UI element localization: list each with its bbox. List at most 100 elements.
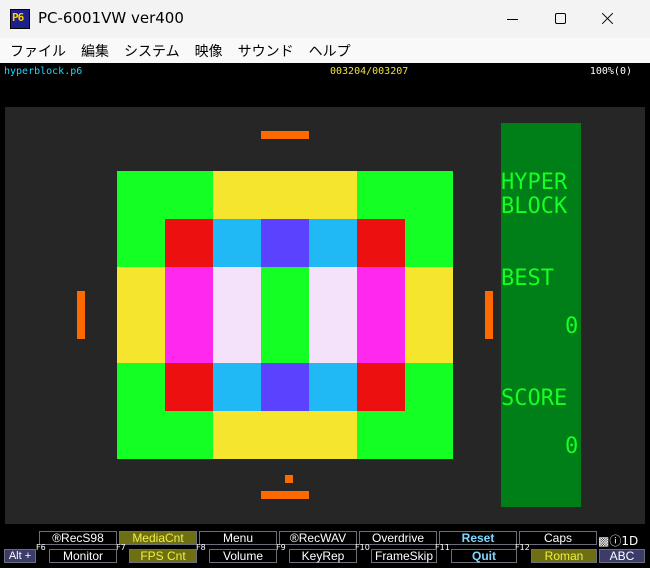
block xyxy=(165,171,213,219)
block xyxy=(117,411,165,459)
game-screen[interactable]: HYPER BLOCK BEST 0 SCORE 0 xyxy=(5,107,645,524)
reset-button[interactable]: Reset xyxy=(439,531,517,545)
block xyxy=(261,171,309,219)
block xyxy=(405,411,453,459)
block xyxy=(357,171,405,219)
keyrep-button[interactable]: KeyRep xyxy=(289,549,357,563)
block xyxy=(117,315,165,363)
abc-button[interactable]: ABC xyxy=(599,549,645,563)
close-button[interactable] xyxy=(584,0,630,38)
menu-system[interactable]: システム xyxy=(124,41,180,61)
game-title-line1: HYPER xyxy=(501,170,568,195)
best-label: BEST xyxy=(501,266,554,291)
minimize-icon xyxy=(507,19,518,20)
block xyxy=(309,219,357,267)
block xyxy=(357,363,405,411)
menu-button[interactable]: Menu xyxy=(199,531,277,545)
block xyxy=(117,363,165,411)
block xyxy=(357,315,405,363)
block xyxy=(261,267,309,315)
block xyxy=(261,315,309,363)
f10-key-label: F10 xyxy=(355,543,370,552)
floppy-disk-icon: ▩ xyxy=(598,534,610,548)
block xyxy=(213,171,261,219)
block xyxy=(405,219,453,267)
block xyxy=(261,411,309,459)
f11-key-label: F11 xyxy=(435,543,450,552)
status-line: hyperblock.p6 003204/003207 100%(0) xyxy=(0,63,650,81)
overdrive-button[interactable]: Overdrive xyxy=(359,531,437,545)
mediacnt-button[interactable]: MediaCnt xyxy=(119,531,197,545)
volume-button[interactable]: Volume xyxy=(209,549,277,563)
speed-indicator: 100%(0) xyxy=(589,66,632,77)
score-label: SCORE xyxy=(501,386,568,411)
top-paddle xyxy=(261,131,309,139)
ball xyxy=(285,475,293,483)
quit-button[interactable]: Quit xyxy=(451,549,517,563)
title-bar: P6 PC-6001VW ver400 xyxy=(0,0,650,38)
best-value: 0 xyxy=(565,314,579,339)
alt-modifier-label: Alt + xyxy=(4,549,36,563)
block xyxy=(357,267,405,315)
close-icon xyxy=(601,12,614,25)
menu-sound[interactable]: サウンド xyxy=(238,41,294,61)
info-icon: ⓘ xyxy=(609,534,622,548)
window-title: PC-6001VW ver400 xyxy=(38,9,184,27)
fps-cnt-button[interactable]: FPS Cnt xyxy=(129,549,197,563)
function-key-bar: Alt + ®RecS98 MediaCnt Menu ®RecWAV Over… xyxy=(0,528,650,568)
menu-help[interactable]: ヘルプ xyxy=(309,41,351,61)
maximize-button[interactable] xyxy=(537,0,583,38)
block xyxy=(165,411,213,459)
block xyxy=(165,219,213,267)
block xyxy=(117,171,165,219)
caps-button[interactable]: Caps xyxy=(519,531,597,545)
frame-counter: 003204/003207 xyxy=(330,66,409,77)
block xyxy=(357,219,405,267)
recwav-button[interactable]: ®RecWAV xyxy=(279,531,357,545)
menu-bar: ファイル 編集 システム 映像 サウンド ヘルプ xyxy=(0,38,650,63)
block xyxy=(405,315,453,363)
block xyxy=(309,363,357,411)
right-paddle xyxy=(485,291,493,339)
block xyxy=(357,411,405,459)
f9-key-label: F9 xyxy=(276,543,286,552)
monitor-button[interactable]: Monitor xyxy=(49,549,117,563)
block xyxy=(309,315,357,363)
drive-status-text: 1D xyxy=(621,534,639,548)
block xyxy=(165,267,213,315)
loaded-filename: hyperblock.p6 xyxy=(4,66,83,77)
block xyxy=(117,267,165,315)
block xyxy=(309,171,357,219)
game-title-line2: BLOCK xyxy=(501,194,568,219)
f7-key-label: F7 xyxy=(116,543,126,552)
block xyxy=(165,363,213,411)
recs98-button[interactable]: ®RecS98 xyxy=(39,531,117,545)
menu-edit[interactable]: 編集 xyxy=(81,41,109,61)
block xyxy=(213,267,261,315)
f8-key-label: F8 xyxy=(196,543,206,552)
block xyxy=(165,315,213,363)
status-indicators: ▩ⓘ1D xyxy=(598,532,638,549)
menu-file[interactable]: ファイル xyxy=(10,41,66,61)
roman-button[interactable]: Roman xyxy=(531,549,597,563)
f12-key-label: F12 xyxy=(515,543,530,552)
block xyxy=(213,411,261,459)
app-icon[interactable]: P6 xyxy=(10,9,30,29)
block xyxy=(405,363,453,411)
menu-video[interactable]: 映像 xyxy=(195,41,223,61)
left-paddle xyxy=(77,291,85,339)
block xyxy=(261,219,309,267)
score-value: 0 xyxy=(565,434,579,459)
block xyxy=(405,267,453,315)
block xyxy=(213,363,261,411)
frameskip-button[interactable]: FrameSkip xyxy=(371,549,437,563)
app-icon-text: P6 xyxy=(12,11,24,24)
block xyxy=(405,171,453,219)
f6-key-label: F6 xyxy=(36,543,46,552)
maximize-icon xyxy=(555,13,566,24)
block xyxy=(309,267,357,315)
minimize-button[interactable] xyxy=(490,0,536,38)
block xyxy=(213,315,261,363)
block xyxy=(261,363,309,411)
block xyxy=(117,219,165,267)
